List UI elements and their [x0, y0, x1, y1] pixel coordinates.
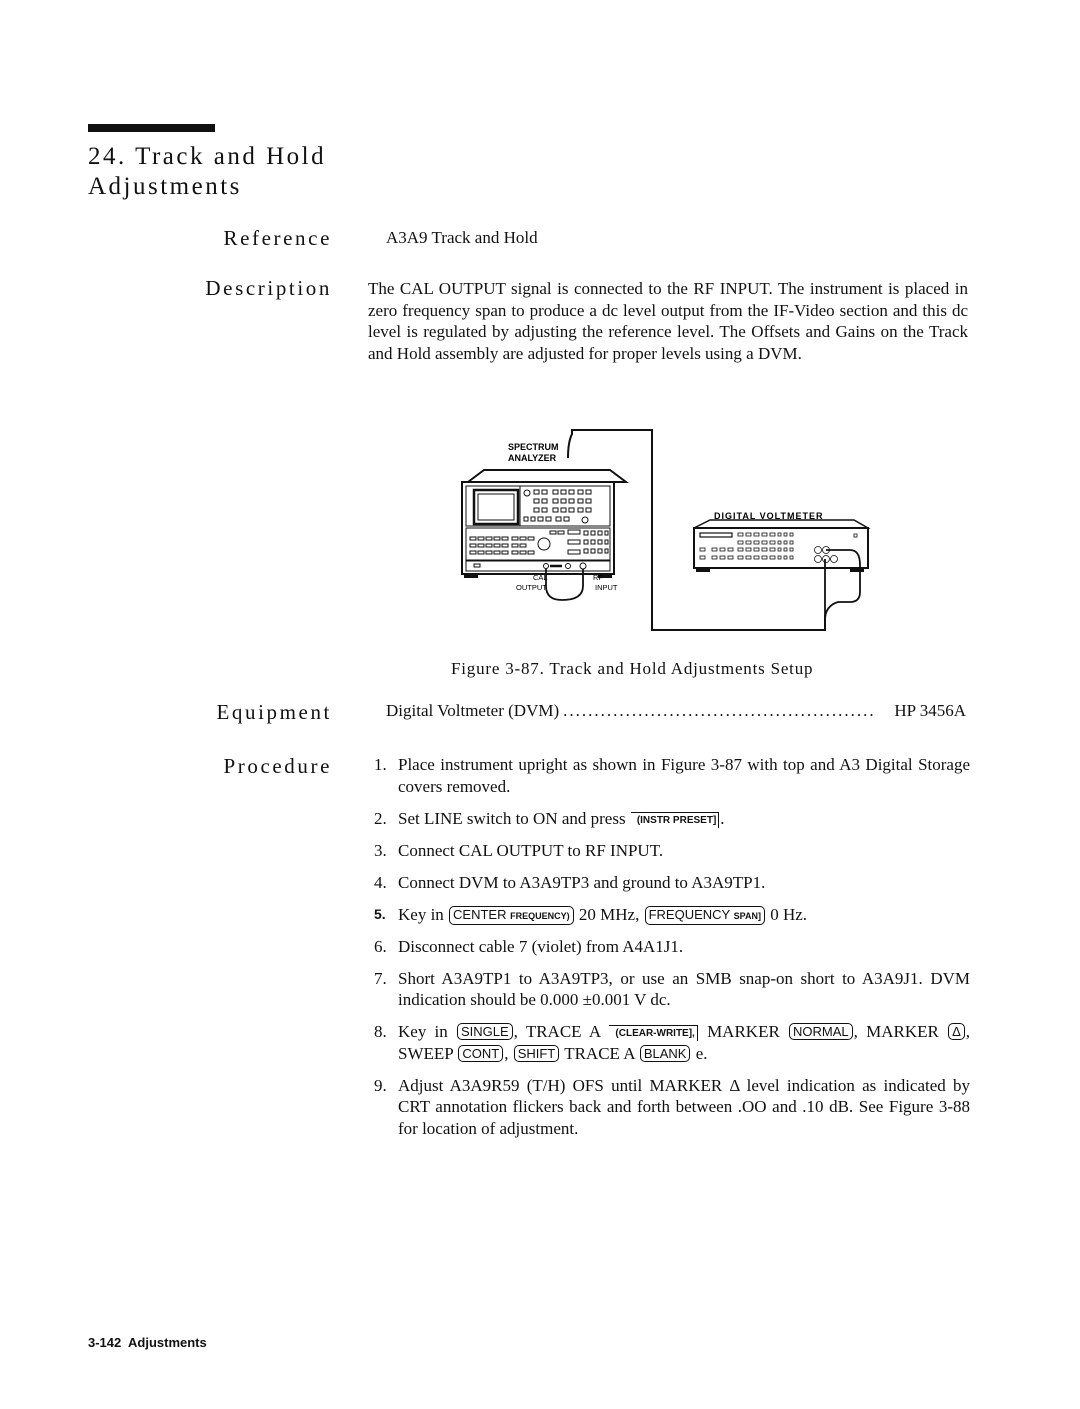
single-key: SINGLE [456, 1023, 513, 1040]
step-text: Connect DVM to A3A9TP3 and ground to A3A… [398, 872, 766, 892]
normal-key: NORMAL [789, 1023, 853, 1040]
procedure-step: 9. Adjust A3A9R59 (T/H) OFS until MARKER… [374, 1075, 970, 1140]
section-rule [88, 124, 215, 132]
clear-write-key: (CLEAR-WRITE], [609, 1025, 698, 1041]
section-title-line1: Track and Hold [135, 143, 327, 170]
page-footer: 3-142 Adjustments [88, 1335, 207, 1350]
frequency-span-key: FREQUENCY SPAN] [644, 905, 765, 925]
section-number: 24. [88, 143, 127, 170]
step-number: 7. [374, 968, 387, 988]
cal-output-label-2: OUTPUT [516, 583, 547, 592]
dvm-label: DIGITAL VOLTMETER [714, 511, 824, 521]
step-number: 9. [374, 1075, 387, 1095]
step-text-part: , TRACE A [513, 1022, 601, 1041]
step-number: 5. [374, 905, 386, 922]
setup-figure: SPECTRUM ANALYZER CAL OUTPUT RF INPUT DI… [440, 420, 880, 635]
delta-key: Δ [948, 1023, 965, 1040]
equipment-leader-dots: ........................................… [563, 701, 876, 720]
step-text-part: e. [695, 1043, 708, 1063]
section-title-line2: Adjustments [88, 173, 242, 200]
equipment-name: Digital Voltmeter (DVM) [386, 701, 560, 720]
step-number: 2. [374, 808, 387, 828]
procedure-step: 7. Short A3A9TP1 to A3A9TP3, or use an S… [374, 968, 970, 1011]
key-label: CENTER [453, 906, 507, 922]
spectrum-analyzer-label-1: SPECTRUM [508, 442, 559, 452]
reference-label: Reference [223, 226, 332, 250]
cal-output-label-1: CAL [533, 573, 548, 582]
page-number: 3-142 [88, 1335, 122, 1350]
step-number: 3. [374, 840, 387, 860]
reference-text: A3A9 Track and Hold [386, 228, 538, 247]
step-text-part: Set LINE switch to ON and press [398, 808, 626, 828]
blank-key: BLANK [639, 1044, 691, 1062]
step-text-part: Key in [398, 1022, 448, 1041]
procedure-label: Procedure [223, 754, 332, 778]
key-sublabel: SPAN] [733, 910, 761, 921]
key-sublabel: FREQUENCY) [510, 910, 570, 921]
step-text-part: 0 Hz. [770, 904, 808, 924]
instr-preset-key: (INSTR PRESET] [630, 811, 720, 828]
step-text: Place instrument upright as shown in Fig… [398, 755, 970, 796]
procedure-step: 2. Set LINE switch to ON and press (INST… [374, 808, 970, 830]
spectrum-analyzer-label-2: ANALYZER [508, 453, 557, 463]
equipment-model: HP 3456A [894, 701, 966, 720]
rf-input-label-2: INPUT [595, 583, 618, 592]
key-label: FREQUENCY [648, 906, 730, 922]
procedure-step: 8. Key in SINGLE, TRACE A (CLEAR-WRITE],… [374, 1021, 970, 1064]
step-text: Short A3A9TP1 to A3A9TP3, or use an SMB … [398, 968, 970, 1010]
step-text-part: Key in [398, 904, 444, 924]
step-number: 1. [374, 755, 387, 774]
procedure-step: 6. Disconnect cable 7 (violet) from A4A1… [374, 936, 970, 958]
figure-caption: Figure 3-87. Track and Hold Adjustments … [451, 659, 814, 678]
shift-key: SHIFT [513, 1044, 560, 1062]
step-number: 4. [374, 872, 387, 892]
step-text: Key in SINGLE, TRACE A (CLEAR-WRITE], MA… [398, 1021, 970, 1064]
step-text: Disconnect cable 7 (violet) from A4A1J1. [398, 936, 684, 956]
procedure-step: 5. Key in CENTER FREQUENCY) 20 MHz, FREQ… [374, 904, 970, 926]
center-frequency-key: CENTER FREQUENCY) [449, 905, 574, 925]
step-text-part: TRACE A [564, 1043, 635, 1063]
step-text-part: MARKER [707, 1022, 780, 1041]
step-number: 6. [374, 936, 387, 956]
setup-diagram: SPECTRUM ANALYZER CAL OUTPUT RF INPUT DI… [461, 429, 871, 631]
step-text-part: . [720, 808, 725, 828]
chapter-name: Adjustments [128, 1335, 207, 1350]
description-text: The CAL OUTPUT signal is connected to th… [368, 279, 968, 363]
equipment-row: Digital Voltmeter (DVM) ................… [386, 701, 966, 721]
cont-key: CONT [458, 1044, 504, 1062]
step-text: Adjust A3A9R59 (T/H) OFS until MARKER Δ … [398, 1075, 970, 1138]
procedure-step: 3. Connect CAL OUTPUT to RF INPUT. [374, 840, 970, 862]
section-title: 24. Track and Hold Adjustments [88, 142, 326, 202]
procedure-step: 4. Connect DVM to A3A9TP3 and ground to … [374, 872, 970, 894]
step-text: Set LINE switch to ON and press (INSTR P… [398, 808, 970, 830]
step-text-part: , MARKER [853, 1022, 939, 1041]
rf-input-label-1: RF [593, 573, 603, 582]
step-text: Key in CENTER FREQUENCY) 20 MHz, FREQUEN… [398, 904, 970, 926]
equipment-label: Equipment [216, 700, 332, 724]
digital-voltmeter [693, 519, 871, 621]
procedure-steps: 1. Place instrument upright as shown in … [374, 754, 970, 1150]
step-text-part: 20 MHz, [578, 904, 640, 924]
step-number: 8. [374, 1022, 387, 1041]
description-label: Description [205, 276, 332, 300]
step-text-part: , [504, 1043, 509, 1063]
step-text: Connect CAL OUTPUT to RF INPUT. [398, 840, 664, 860]
procedure-step: 1. Place instrument upright as shown in … [374, 754, 970, 797]
